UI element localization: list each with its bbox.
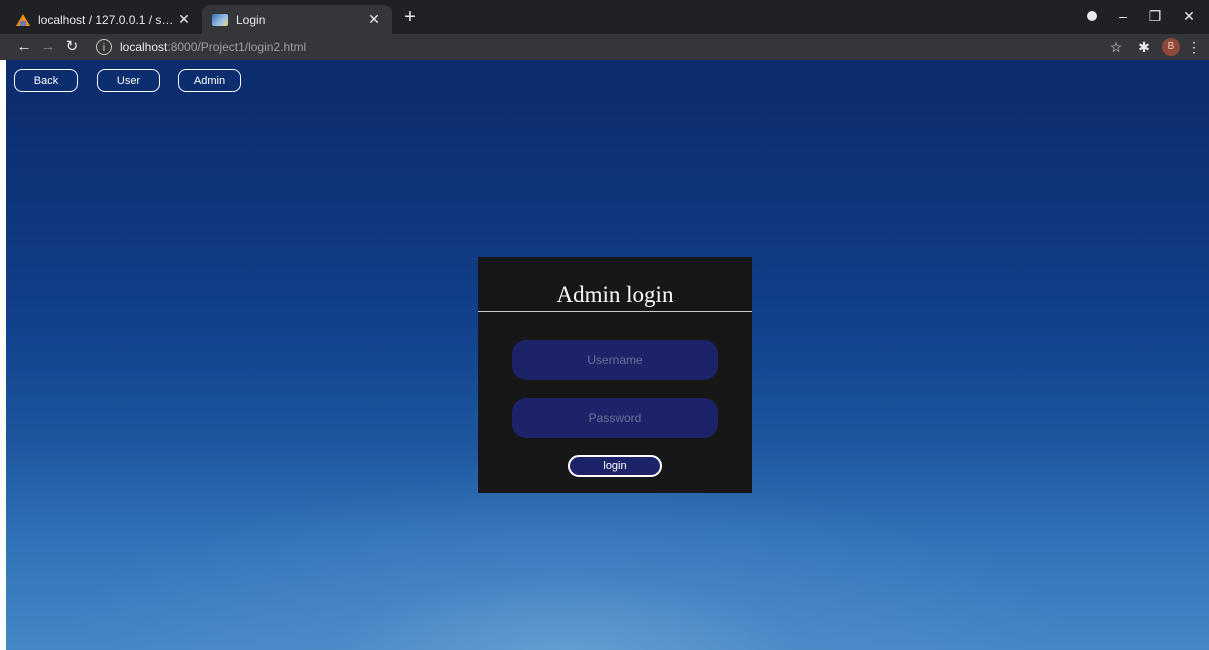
back-button[interactable]: Back [14, 69, 78, 92]
browser-toolbar: ← → ↻ i localhost:8000/Project1/login2.h… [0, 34, 1209, 60]
login-button[interactable]: login [568, 455, 662, 477]
avatar[interactable]: B [1162, 38, 1180, 56]
admin-button[interactable]: Admin [178, 69, 241, 92]
password-input[interactable] [512, 398, 718, 438]
login-title: Admin login [556, 282, 674, 307]
minimize-icon[interactable]: – [1108, 5, 1138, 27]
reload-icon[interactable]: ↻ [62, 37, 82, 57]
close-icon[interactable]: ✕ [366, 11, 382, 28]
extensions-icon[interactable]: ✱ [1134, 37, 1154, 57]
media-control-icon[interactable] [1087, 11, 1097, 21]
login-panel: Admin login login [478, 257, 752, 493]
address-bar[interactable]: i localhost:8000/Project1/login2.html [86, 35, 1106, 59]
menu-icon[interactable]: ⋮ [1186, 37, 1202, 57]
divider [478, 311, 752, 312]
user-button[interactable]: User [97, 69, 160, 92]
browser-tab-strip: localhost / 127.0.0.1 / srkr | phpM ✕ Lo… [0, 0, 1209, 34]
url-text: localhost:8000/Project1/login2.html [120, 40, 307, 54]
username-input[interactable] [512, 340, 718, 380]
new-tab-button[interactable]: + [398, 6, 422, 30]
phpmyadmin-icon [16, 13, 30, 26]
maximize-icon[interactable]: ❐ [1140, 5, 1170, 27]
tab-title: Login [236, 12, 266, 27]
back-arrow-icon[interactable]: ← [14, 37, 34, 57]
page-viewport: Back User Admin Admin login login [6, 60, 1209, 650]
close-window-icon[interactable]: ✕ [1174, 5, 1204, 27]
tab-phpmyadmin[interactable]: localhost / 127.0.0.1 / srkr | phpM ✕ [6, 5, 202, 34]
close-icon[interactable]: ✕ [176, 11, 192, 28]
info-icon[interactable]: i [96, 39, 112, 55]
tab-title: localhost / 127.0.0.1 / srkr | phpM [38, 12, 176, 27]
star-icon[interactable]: ☆ [1106, 37, 1126, 57]
tab-login[interactable]: Login ✕ [202, 5, 392, 34]
page-icon [212, 13, 228, 26]
forward-arrow-icon[interactable]: → [38, 37, 58, 57]
